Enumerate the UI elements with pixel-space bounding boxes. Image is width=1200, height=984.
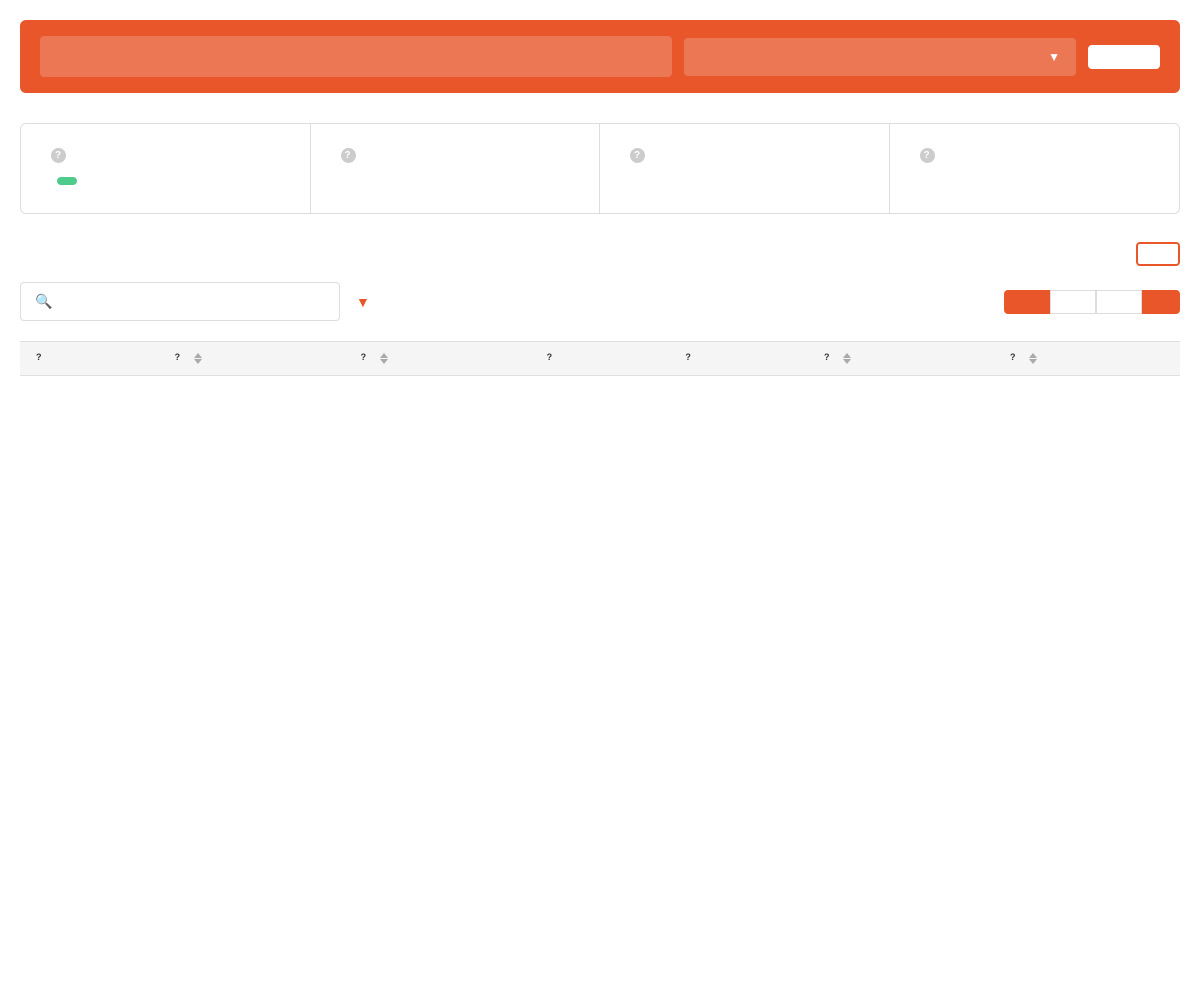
info-icon-fs-col[interactable]: ? xyxy=(824,352,837,365)
info-icon-referring-domains[interactable]: ? xyxy=(630,148,645,163)
chevron-down-icon: ▼ xyxy=(1048,50,1060,64)
export-csv-button[interactable] xyxy=(1136,242,1180,266)
col-header-link-type: ? xyxy=(531,342,670,376)
stat-card-backlinks: ? xyxy=(311,124,601,213)
search-type-dropdown[interactable]: ▼ xyxy=(684,38,1076,76)
stat-label-organic-traffic: ? xyxy=(914,148,1156,163)
one-link-per-domain-button[interactable] xyxy=(1142,290,1180,314)
col-header-page-score: ? xyxy=(345,342,531,376)
filter-tabs xyxy=(1004,290,1180,314)
chevron-down-icon: ▼ xyxy=(356,294,370,310)
search-bar: ▼ xyxy=(20,20,1180,93)
sort-arrows-fs[interactable] xyxy=(843,353,851,364)
info-icon-organic-traffic[interactable]: ? xyxy=(920,148,935,163)
info-icon-lt-col[interactable]: ? xyxy=(547,352,560,365)
col-header-domain-score: ? xyxy=(159,342,345,376)
info-icon-source-col[interactable]: ? xyxy=(36,352,49,365)
stat-value-domain-score xyxy=(45,177,286,185)
sort-arrows-ls[interactable] xyxy=(1029,353,1037,364)
tab-follow[interactable] xyxy=(1050,290,1096,314)
info-icon-ds-col[interactable]: ? xyxy=(175,352,188,365)
advanced-filters-button[interactable]: ▼ xyxy=(352,294,370,310)
filter-row: 🔍 ▼ xyxy=(20,282,1180,321)
col-header-anchor-text: ? xyxy=(669,342,808,376)
search-input-wrapper: 🔍 xyxy=(20,282,340,321)
section-header xyxy=(20,242,1180,266)
stats-row: ? ? ? xyxy=(20,123,1180,214)
stat-card-organic-traffic: ? xyxy=(890,124,1180,213)
info-icon-backlinks[interactable]: ? xyxy=(341,148,356,163)
sort-arrows-ps[interactable] xyxy=(380,353,388,364)
col-header-last-seen: ? xyxy=(994,342,1180,376)
stat-label-referring-domains: ? xyxy=(624,148,865,163)
tab-no-follow[interactable] xyxy=(1096,290,1142,314)
tab-all-links[interactable] xyxy=(1004,290,1050,314)
col-header-source: ? xyxy=(20,342,159,376)
backlinks-table: ? ? ? xyxy=(20,341,1180,376)
search-button[interactable] xyxy=(1088,45,1160,69)
col-header-first-seen: ? xyxy=(808,342,994,376)
amazing-badge xyxy=(57,177,77,185)
info-icon-at-col[interactable]: ? xyxy=(685,352,698,365)
search-icon: 🔍 xyxy=(35,293,52,310)
stat-label-domain-score: ? xyxy=(45,148,286,163)
info-icon-ls-col[interactable]: ? xyxy=(1010,352,1023,365)
domain-input[interactable] xyxy=(40,36,672,77)
filter-search-input[interactable] xyxy=(60,294,325,310)
stat-card-domain-score: ? xyxy=(21,124,311,213)
stat-card-referring-domains: ? xyxy=(600,124,890,213)
sort-arrows-ds[interactable] xyxy=(194,353,202,364)
info-icon-ps-col[interactable]: ? xyxy=(361,352,374,365)
info-icon-domain-score[interactable]: ? xyxy=(51,148,66,163)
stat-label-backlinks: ? xyxy=(335,148,576,163)
